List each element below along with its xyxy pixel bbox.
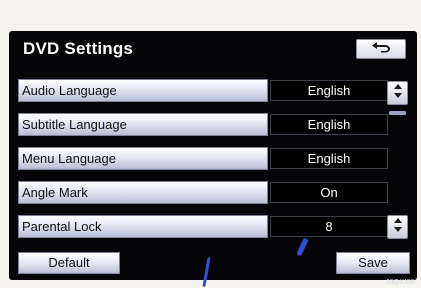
default-button[interactable]: Default [18, 252, 120, 274]
scroll-thumb[interactable] [389, 111, 406, 115]
setting-value[interactable]: 8 [270, 216, 388, 237]
scroll-down-button[interactable] [387, 215, 408, 239]
setting-label: Angle Mark [18, 181, 268, 204]
dvd-settings-screen: DVD Settings Audio Language English Subt… [9, 31, 417, 280]
scroll-up-down-icon [393, 217, 403, 238]
setting-label: Menu Language [18, 147, 268, 170]
setting-value[interactable]: English [270, 114, 388, 135]
save-button[interactable]: Save [336, 252, 410, 274]
page-title: DVD Settings [23, 39, 134, 58]
back-button[interactable] [356, 39, 406, 59]
watermark: J3QXI00 [385, 279, 415, 286]
scroll-up-down-icon [393, 83, 403, 104]
setting-label: Subtitle Language [18, 113, 268, 136]
return-arrow-icon [371, 40, 391, 58]
setting-label: Parental Lock [18, 215, 268, 238]
setting-value[interactable]: English [270, 80, 388, 101]
setting-value[interactable]: English [270, 148, 388, 169]
scroll-up-button[interactable] [387, 81, 408, 105]
setting-value[interactable]: On [270, 182, 388, 203]
scrollbar[interactable] [387, 79, 409, 239]
setting-label: Audio Language [18, 79, 268, 102]
